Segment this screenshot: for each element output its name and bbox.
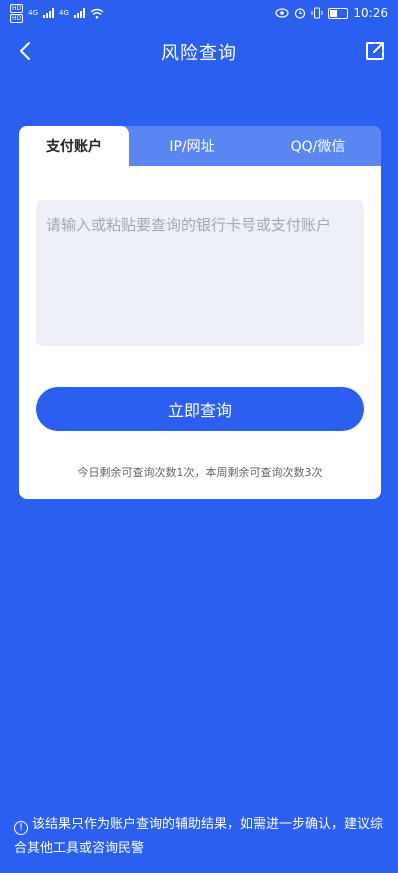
hd-badges: HD HD (10, 3, 24, 23)
hd-badge: HD (10, 13, 24, 23)
network-label: 4G (28, 9, 39, 17)
query-now-button[interactable]: 立即查询 (36, 387, 364, 431)
status-right: 10:26 (275, 6, 388, 20)
page-title: 风险查询 (161, 43, 237, 64)
disclaimer-notice: ! 该结果只作为账户查询的辅助结果，如需进一步确认，建议综合其他工具或咨询民警 (14, 813, 384, 861)
disclaimer-text: 该结果只作为账户查询的辅助结果，如需进一步确认，建议综合其他工具或咨询民警 (14, 817, 384, 856)
quota-middle: 次，本周剩余可查询次数 (183, 466, 305, 479)
battery-icon (328, 7, 349, 19)
query-quota-text: 今日剩余可查询次数1次，本周剩余可查询次数3次 (19, 464, 381, 480)
query-card: 支付账户 IP/网址 QQ/微信 立即查询 今日剩余可查询次数1次，本周剩余可查… (19, 126, 381, 499)
quota-today-count: 1 (176, 466, 184, 479)
status-left: HD HD 4G 4G (10, 3, 104, 23)
network-label: 4G (59, 9, 69, 17)
vibrate-icon (311, 7, 323, 19)
quota-week-count: 3 (304, 466, 312, 479)
wifi-icon (90, 8, 104, 19)
signal-icon (73, 8, 85, 18)
eye-icon (275, 8, 290, 18)
clock-time: 10:26 (353, 6, 388, 20)
quota-prefix: 今日剩余可查询次数 (77, 466, 177, 479)
tab-ip-url[interactable]: IP/网址 (129, 126, 255, 166)
account-input[interactable] (36, 200, 364, 346)
alarm-icon (295, 8, 306, 19)
share-icon[interactable] (364, 40, 386, 62)
nav-bar: 风险查询 (0, 30, 398, 74)
query-type-tabs: 支付账户 IP/网址 QQ/微信 (19, 126, 381, 166)
tab-qq-wechat[interactable]: QQ/微信 (255, 126, 381, 166)
info-icon: ! (14, 821, 28, 835)
quota-suffix: 次 (311, 466, 323, 479)
hd-badge: HD (10, 3, 24, 13)
status-bar: HD HD 4G 4G 10:26 (0, 0, 398, 26)
tab-payment-account[interactable]: 支付账户 (19, 126, 129, 166)
back-arrow-icon[interactable] (10, 36, 40, 66)
signal-icon (43, 8, 55, 18)
